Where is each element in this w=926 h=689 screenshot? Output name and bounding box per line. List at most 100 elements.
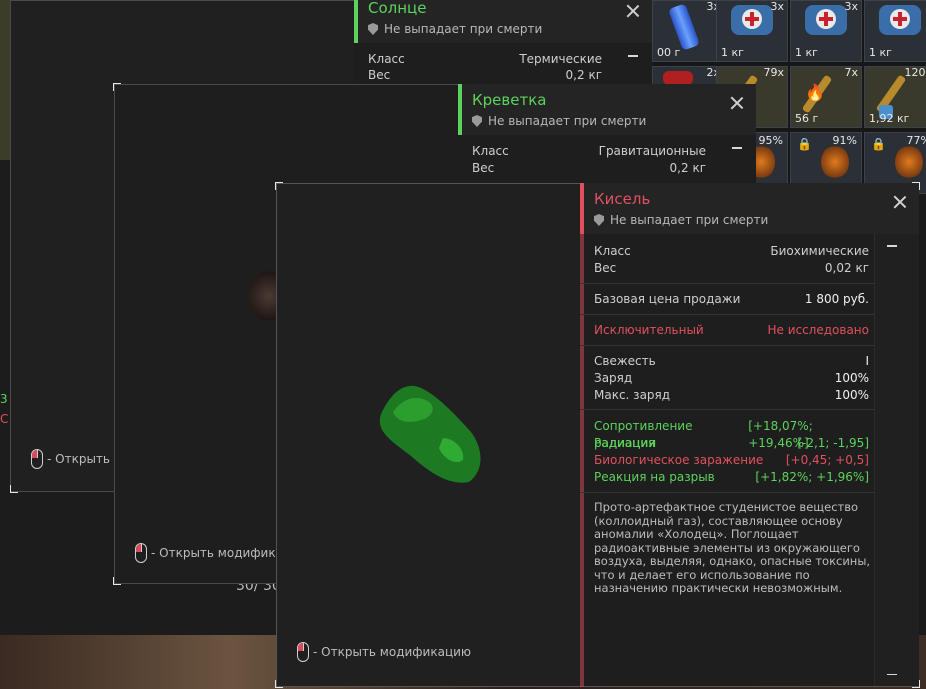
class-label: Класс (368, 52, 405, 66)
item-count: 3x (844, 0, 858, 13)
mouse-icon (297, 642, 309, 662)
class-row: Класс Термические (368, 51, 602, 68)
price-value: 1 800 руб. (804, 292, 869, 306)
lock-icon: 🔒 (797, 137, 812, 151)
panel-accent (458, 84, 462, 135)
drop-status: Не выпадает при смерти (368, 22, 542, 36)
class-value: Термические (519, 52, 602, 66)
divider (580, 492, 875, 493)
maxcharge-value: 100% (834, 388, 869, 402)
freshness-row: Свежесть I (594, 353, 869, 370)
item-description: Прото-артефактное студенистое вещество (… (594, 500, 871, 595)
shield-icon (368, 23, 378, 35)
panel-header: Кисель Не выпадает при смерти (580, 183, 919, 234)
scroll-tick (628, 55, 638, 57)
charge-label: Заряд (594, 371, 633, 385)
weight-value: 0,2 кг (669, 161, 706, 175)
stat-value: [-2,1; -1,95] (797, 436, 869, 450)
blue-canister-icon (668, 3, 700, 51)
inventory-cell[interactable]: 120x 1,92 кг (864, 66, 926, 128)
item-weight: 1 кг (869, 46, 892, 59)
freshness-value: I (865, 354, 869, 368)
shield-icon (472, 115, 482, 127)
weight-row: Вес 0,2 кг (472, 160, 706, 177)
scroll-tick (732, 147, 742, 149)
stat-value: [+0,45; +0,5] (785, 453, 869, 467)
scroll-top-tick (887, 245, 897, 247)
divider (580, 314, 875, 315)
corner-bracket (912, 182, 920, 190)
corner-bracket (10, 485, 18, 493)
stat-row: Реакция на разрыв [+1,82%; +1,96%] (594, 469, 869, 486)
bg-label-3: 3 (0, 392, 8, 406)
weight-label: Вес (472, 161, 495, 175)
shield-icon (594, 214, 604, 226)
corner-bracket (113, 577, 121, 585)
corner-bracket (275, 182, 283, 190)
open-mod-label: - Открыть м (47, 452, 123, 466)
stat-row: Биологическое заражение [+0,45; +0,5] (594, 452, 869, 469)
item-weight: 1,92 кг (869, 112, 910, 125)
flame-icon: 🔥 (805, 83, 825, 102)
maxcharge-label: Макс. заряд (594, 388, 671, 402)
inventory-cell[interactable]: 3x 1 кг (716, 0, 788, 62)
weight-value: 0,2 кг (565, 68, 602, 82)
artifact-icon (821, 145, 849, 179)
weight-label: Вес (368, 68, 391, 82)
stat-row: Сопротивление радиации [+18,07%; +19,46%… (594, 418, 869, 450)
inventory-cell[interactable]: 3x 1 кг (790, 0, 862, 62)
lock-icon: 🔒 (871, 137, 886, 151)
open-mod-hint[interactable]: - Открыть модификаци (135, 543, 299, 563)
item-count: 3x (770, 0, 784, 13)
class-value: Биохимические (770, 244, 869, 258)
item-durability: 95% (758, 134, 783, 147)
stat-value: [+1,82%; +1,96%] (755, 470, 869, 484)
panel-accent (354, 0, 358, 43)
weight-value: 0,02 кг (824, 261, 869, 275)
class-label: Класс (594, 244, 631, 258)
open-mod-hint[interactable]: - Открыть м (31, 449, 123, 469)
price-row: Базовая цена продажи 1 800 руб. (594, 291, 869, 308)
item-count: 7x (844, 66, 858, 79)
drop-status-label: Не выпадает при смерти (384, 22, 543, 36)
panel-header: Солнце Не выпадает при смерти (354, 0, 652, 43)
class-label: Класс (472, 144, 509, 158)
item-weight: 00 г (657, 46, 681, 59)
inventory-cell[interactable]: 3x 00 г (652, 0, 724, 62)
corner-bracket (912, 680, 920, 688)
scrollbar[interactable] (874, 234, 919, 686)
inventory-cell[interactable]: 1 кг (864, 0, 926, 62)
weight-label: Вес (594, 261, 617, 275)
artifact-jelly-image (379, 385, 481, 483)
mouse-icon (31, 449, 43, 469)
drop-status: Не выпадает при смерти (594, 213, 768, 227)
rarity-label: Исключительный (594, 323, 704, 337)
red-item-icon (663, 71, 693, 85)
stat-label: Биологическое заражение (594, 453, 764, 467)
item-name: Креветка (472, 91, 547, 109)
open-mod-hint[interactable]: - Открыть модификацию (297, 642, 471, 662)
maxcharge-row: Макс. заряд 100% (594, 387, 869, 404)
drop-status: Не выпадает при смерти (472, 114, 646, 128)
charge-row: Заряд 100% (594, 370, 869, 387)
stat-row: Радиация [-2,1; -1,95] (594, 435, 869, 452)
item-panel-jelly: Кисель Не выпадает при смерти Класс Биох… (580, 183, 919, 687)
stat-value: [+18,07%; +19,46%] (748, 419, 813, 450)
corner-bracket (275, 680, 283, 688)
medkit-icon (731, 5, 773, 35)
inventory-cell[interactable]: 🔥 7x 56 г (790, 66, 862, 128)
open-mod-label: - Открыть модификацию (313, 645, 472, 659)
close-icon[interactable] (730, 96, 744, 110)
mouse-icon (135, 543, 147, 563)
divider (580, 409, 875, 410)
divider (580, 345, 875, 346)
rarity-row: Исключительный Не исследовано (594, 322, 869, 339)
item-weight: 1 кг (721, 46, 744, 59)
drop-status-label: Не выпадает при смерти (610, 213, 769, 227)
close-icon[interactable] (893, 195, 907, 209)
close-icon[interactable] (626, 4, 640, 18)
scroll-bottom-tick (887, 673, 897, 675)
item-panel-sun: Солнце Не выпадает при смерти Класс Терм… (354, 0, 652, 86)
item-name: Кисель (594, 190, 651, 208)
corner-bracket (113, 83, 121, 91)
